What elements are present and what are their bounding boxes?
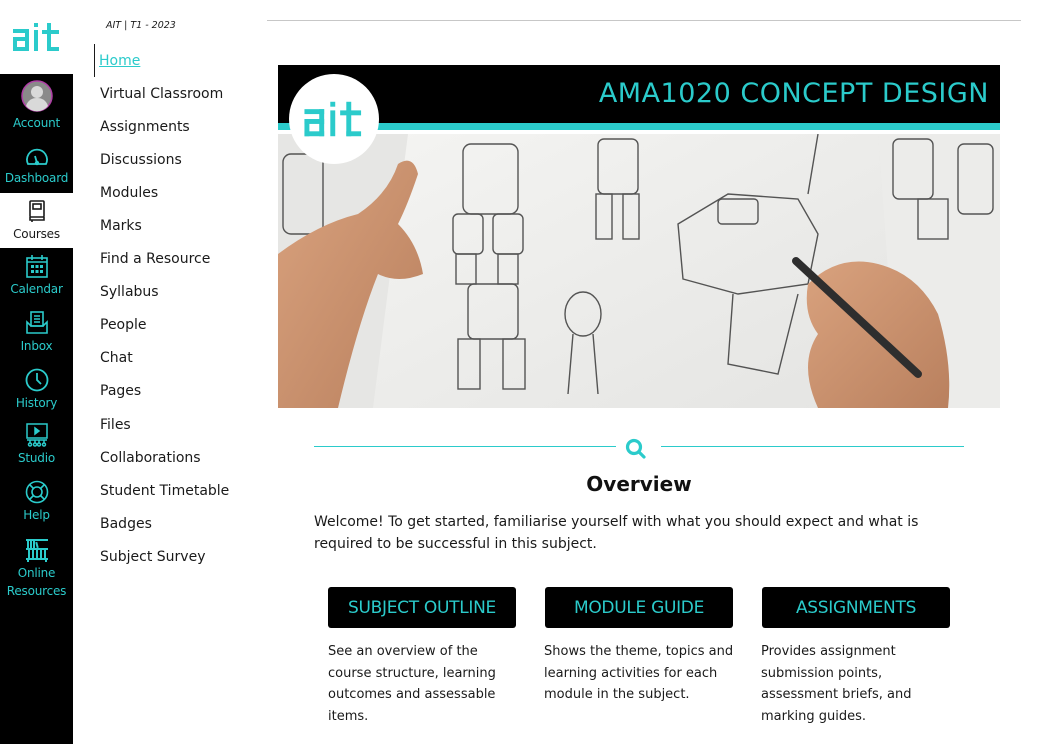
overview-intro: Welcome! To get started, familiarise you… <box>314 514 919 552</box>
course-nav-discussions[interactable]: Discussions <box>94 143 229 176</box>
course-banner: AMA1020 CONCEPT DESIGN <box>278 65 1000 408</box>
assignments-button[interactable]: ASSIGNMENTS <box>762 587 950 628</box>
term-label: AIT | T1 - 2023 <box>106 20 176 31</box>
course-nav-files[interactable]: Files <box>94 408 229 441</box>
banner-accent-stripe <box>278 123 1000 130</box>
gnav-label: Online Resources <box>6 566 67 598</box>
module-guide-button[interactable]: MODULE GUIDE <box>545 587 733 628</box>
gnav-label: Help <box>23 508 50 522</box>
gnav-label: Courses <box>13 227 60 241</box>
course-nav-marks[interactable]: Marks <box>94 209 229 242</box>
ait-logo[interactable] <box>0 0 73 74</box>
book-icon <box>27 199 47 223</box>
clock-icon <box>25 367 49 392</box>
course-nav-badges[interactable]: Badges <box>94 507 229 540</box>
course-title: AMA1020 CONCEPT DESIGN <box>598 78 989 109</box>
gnav-label: Account <box>12 116 61 130</box>
sketch-illustration <box>278 134 1000 408</box>
ait-logo-icon <box>304 101 362 137</box>
course-nav-people[interactable]: People <box>94 309 229 342</box>
subject-outline-description: See an overview of the course structure,… <box>328 644 496 724</box>
banner-logo <box>289 74 379 164</box>
course-nav-subject-survey[interactable]: Subject Survey <box>94 540 229 573</box>
course-nav-modules[interactable]: Modules <box>94 176 229 209</box>
ait-logo-icon <box>12 23 59 51</box>
gnav-label: Dashboard <box>4 171 69 185</box>
course-nav-pages[interactable]: Pages <box>94 375 229 408</box>
gnav-calendar[interactable]: Calendar <box>0 254 73 300</box>
global-nav: Account Dashboard Courses Calendar Inbox… <box>0 0 73 744</box>
inbox-icon <box>25 311 49 335</box>
course-nav-virtual-classroom[interactable]: Virtual Classroom <box>94 77 229 110</box>
course-nav-find-a-resource[interactable]: Find a Resource <box>94 243 229 276</box>
gnav-courses[interactable]: Courses <box>0 193 73 248</box>
search-icon <box>624 437 648 465</box>
course-nav-collaborations[interactable]: Collaborations <box>94 441 229 474</box>
avatar-icon <box>20 80 53 112</box>
assignments-description: Provides assignment submission points, a… <box>761 644 912 724</box>
gnav-label: Studio <box>17 451 56 465</box>
speedometer-icon <box>25 143 49 167</box>
course-nav-list: Home Virtual Classroom Assignments Discu… <box>94 44 229 574</box>
gnav-label: History <box>15 396 58 410</box>
calendar-icon <box>25 254 48 278</box>
gnav-history[interactable]: History <box>0 367 73 413</box>
overview-title: Overview <box>586 472 692 496</box>
studio-icon <box>25 423 49 447</box>
lifebuoy-icon <box>25 480 49 504</box>
gnav-account[interactable]: Account <box>0 80 73 134</box>
course-nav-assignments[interactable]: Assignments <box>94 110 229 143</box>
gnav-studio[interactable]: Studio <box>0 423 73 469</box>
subject-outline-button[interactable]: SUBJECT OUTLINE <box>328 587 516 628</box>
header-divider <box>267 20 1021 21</box>
gnav-help[interactable]: Help <box>0 480 73 526</box>
gnav-online-resources[interactable]: Online Resources <box>0 538 73 602</box>
overview-divider-right <box>661 446 964 447</box>
banner-image <box>278 134 1000 408</box>
gnav-label: Inbox <box>20 339 53 353</box>
course-nav-student-timetable[interactable]: Student Timetable <box>94 474 229 507</box>
gnav-label: Calendar <box>10 282 63 296</box>
module-guide-description: Shows the theme, topics and learning act… <box>544 644 734 702</box>
gnav-inbox[interactable]: Inbox <box>0 311 73 357</box>
course-nav-chat[interactable]: Chat <box>94 342 229 375</box>
course-nav-syllabus[interactable]: Syllabus <box>94 276 229 309</box>
gnav-dashboard[interactable]: Dashboard <box>0 143 73 189</box>
course-nav-home[interactable]: Home <box>94 44 229 78</box>
bookshelf-icon <box>25 538 49 562</box>
overview-divider-left <box>314 446 616 447</box>
